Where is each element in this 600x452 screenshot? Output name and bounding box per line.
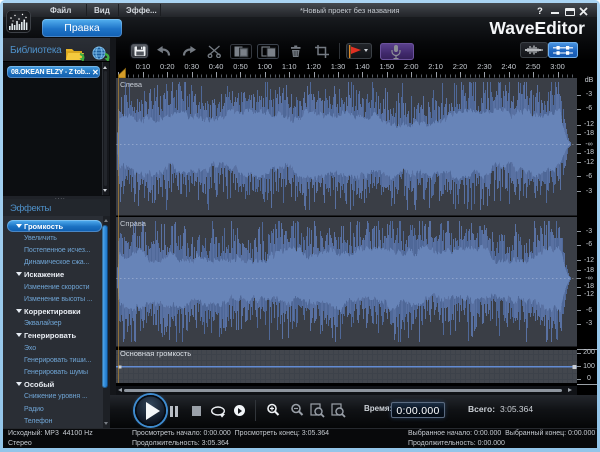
svg-text:1:50: 1:50 (379, 62, 394, 71)
svg-text:0:40: 0:40 (209, 62, 224, 71)
svg-text:0:50: 0:50 (233, 62, 248, 71)
svg-text:1:30: 1:30 (331, 62, 346, 71)
svg-text:1:10: 1:10 (282, 62, 297, 71)
svg-text:1:20: 1:20 (306, 62, 321, 71)
svg-text:1:00: 1:00 (257, 62, 272, 71)
svg-text:2:40: 2:40 (501, 62, 516, 71)
svg-text:3:00: 3:00 (550, 62, 565, 71)
svg-text:2:10: 2:10 (428, 62, 443, 71)
svg-text:2:50: 2:50 (526, 62, 541, 71)
svg-text:2:00: 2:00 (404, 62, 419, 71)
svg-text:1:40: 1:40 (355, 62, 370, 71)
svg-text:0:10: 0:10 (136, 62, 151, 71)
svg-text:0:20: 0:20 (160, 62, 175, 71)
svg-text:2:20: 2:20 (453, 62, 468, 71)
svg-text:2:30: 2:30 (477, 62, 492, 71)
svg-text:0:30: 0:30 (184, 62, 199, 71)
